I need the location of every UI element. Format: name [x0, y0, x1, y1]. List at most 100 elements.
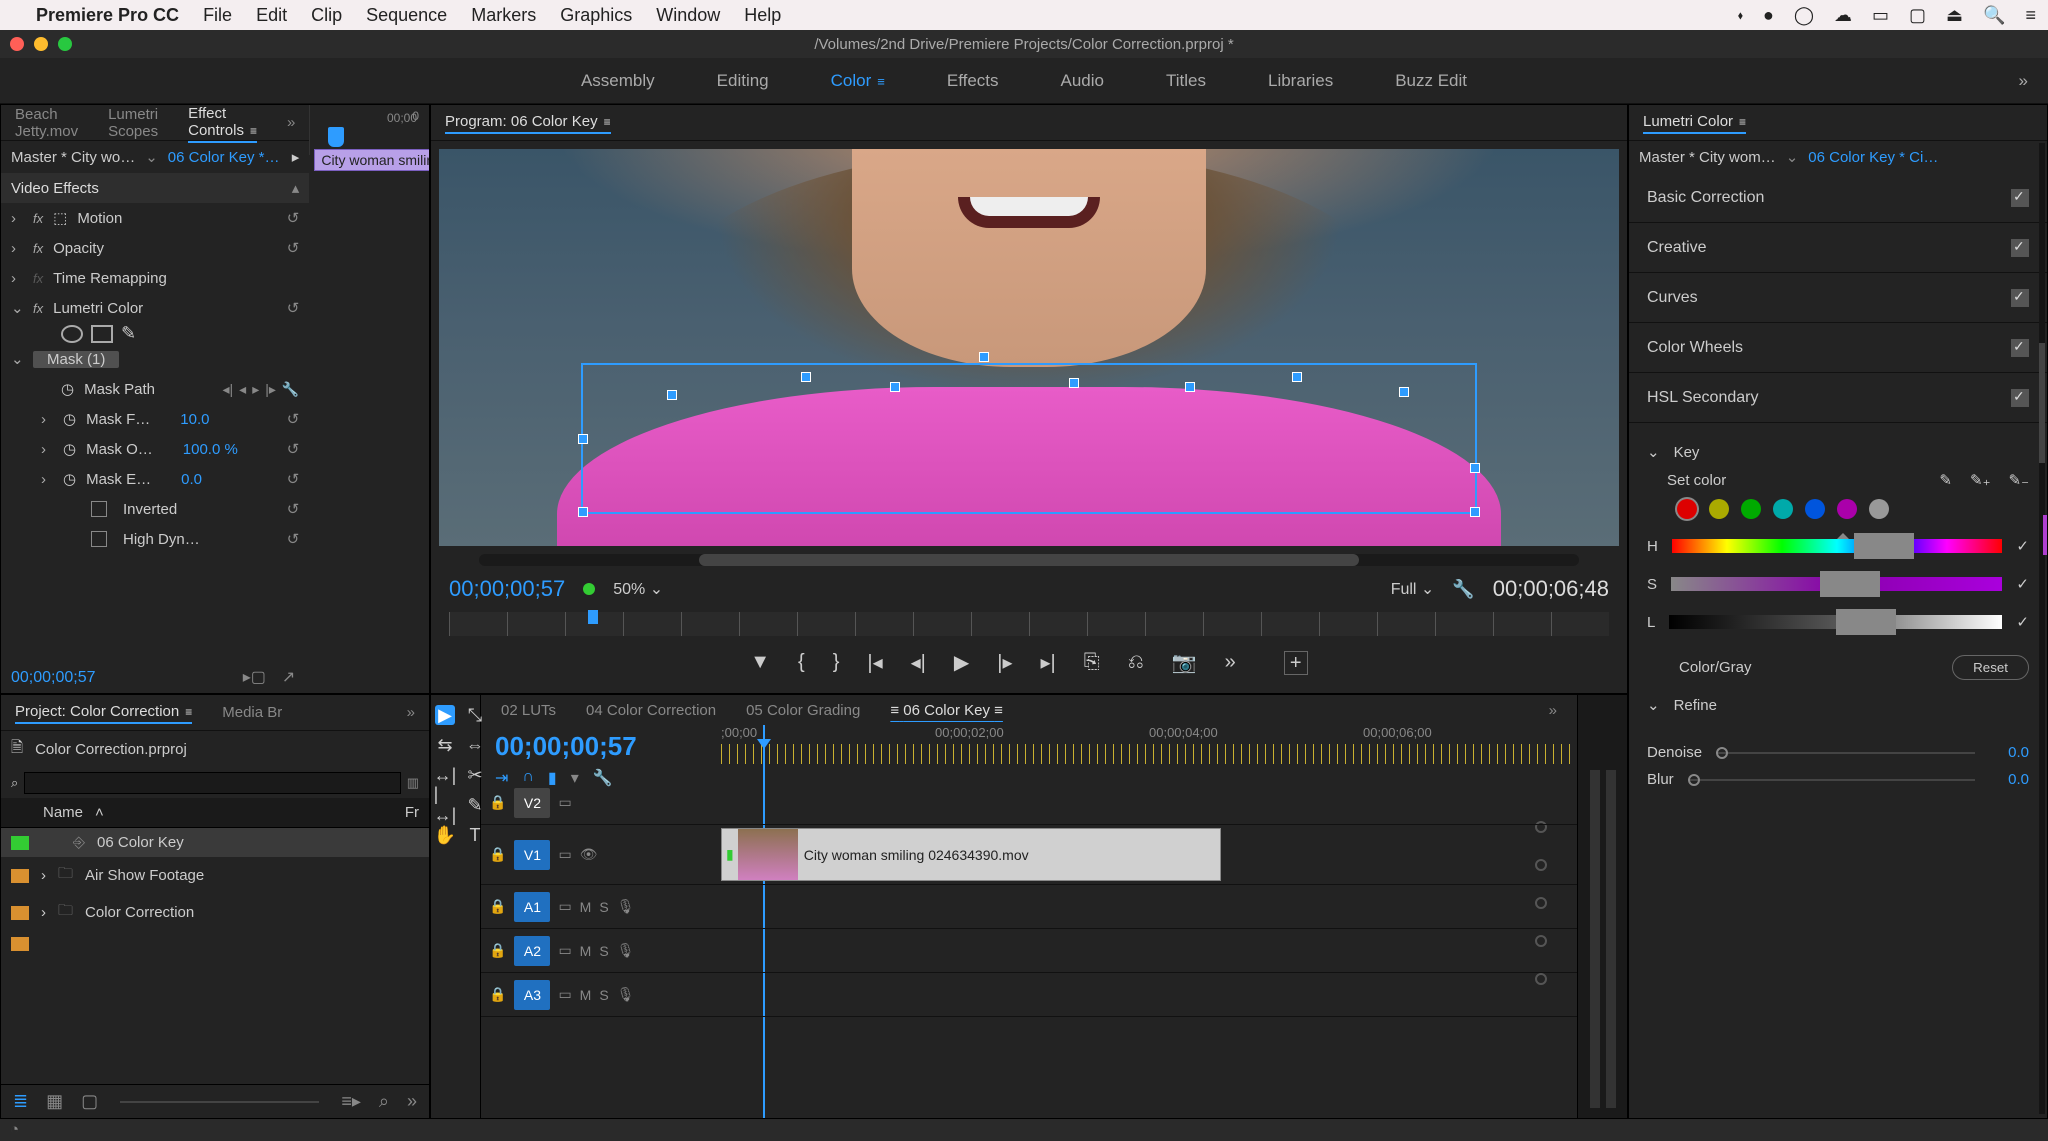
reset-button[interactable]: Reset	[1952, 655, 2029, 680]
close-window-button[interactable]	[10, 37, 24, 51]
color-wheels-toggle[interactable]	[2011, 339, 2029, 357]
program-ruler[interactable]	[449, 612, 1609, 636]
highdyn-checkbox[interactable]	[91, 531, 107, 547]
tl-menu-icon[interactable]: ≡	[994, 702, 1003, 719]
swatch-yellow[interactable]	[1709, 499, 1729, 519]
mask-1-item[interactable]: Mask (1)	[33, 351, 119, 368]
reset-icon[interactable]: ↺	[287, 470, 300, 488]
basic-correction-toggle[interactable]	[2011, 189, 2029, 207]
filter-icon[interactable]: ▥	[407, 775, 419, 791]
expand-icon[interactable]: ›	[11, 270, 23, 287]
timeline-clip[interactable]: ▮City woman smiling 024634390.mov	[721, 828, 1221, 881]
project-menu-icon[interactable]: ≡	[185, 705, 192, 719]
ws-titles[interactable]: Titles	[1160, 67, 1212, 95]
settings-wrench-icon[interactable]: 🔧	[1452, 579, 1474, 600]
section-creative[interactable]: Creative	[1629, 223, 2047, 273]
extract-icon[interactable]: ⎌	[1128, 651, 1144, 674]
item-color-correction[interactable]: Color Correction	[85, 904, 194, 921]
denoise-slider[interactable]	[1716, 752, 1975, 754]
colorgray-checkbox[interactable]	[1647, 659, 1665, 677]
track-toggle-icon[interactable]: ▭	[558, 846, 571, 863]
ws-effects[interactable]: Effects	[941, 67, 1005, 95]
program-video-view[interactable]	[439, 149, 1619, 546]
menu-graphics[interactable]: Graphics	[560, 5, 632, 26]
reset-icon[interactable]: ↺	[287, 530, 300, 548]
list-view-icon[interactable]: ≣	[13, 1091, 28, 1112]
ec-overflow-icon[interactable]: »	[287, 114, 295, 131]
lum-clip-link[interactable]: 06 Color Key * Ci…	[1808, 149, 1938, 166]
col-fr[interactable]: Fr	[405, 804, 419, 821]
menu-clip[interactable]: Clip	[311, 5, 342, 26]
lock-icon[interactable]: 🔒	[489, 898, 506, 915]
denoise-value[interactable]: 0.0	[1989, 744, 2029, 761]
ec-clip-link[interactable]: 06 Color Key *…	[168, 149, 280, 166]
track-a1-label[interactable]: A1	[514, 892, 550, 922]
zoom-window-button[interactable]	[58, 37, 72, 51]
tab-project[interactable]: Project: Color Correction≡	[15, 701, 192, 724]
lock-icon[interactable]: 🔒	[489, 942, 506, 959]
share-icon[interactable]: ↗	[282, 667, 295, 687]
swatch-blue[interactable]	[1805, 499, 1825, 519]
track-toggle-icon[interactable]: ▭	[558, 794, 571, 811]
auto-seq-icon[interactable]: ≡▸	[341, 1091, 361, 1112]
lock-icon[interactable]: 🔒	[489, 794, 506, 811]
blur-slider[interactable]	[1688, 779, 1975, 781]
collapse-icon[interactable]: ⌄	[1647, 443, 1660, 461]
ws-libraries[interactable]: Libraries	[1262, 67, 1339, 95]
check-icon[interactable]: ✓	[2016, 575, 2029, 593]
expand-icon[interactable]: ›	[11, 210, 23, 227]
stopwatch-icon[interactable]: ◷	[63, 440, 76, 458]
track-a2-label[interactable]: A2	[514, 936, 550, 966]
rect-mask-button[interactable]	[91, 325, 113, 343]
expand-icon[interactable]: ›	[41, 471, 53, 488]
track-toggle-icon[interactable]: ▭	[558, 986, 571, 1003]
mic-icon[interactable]: 🎙	[617, 942, 635, 959]
hand-tool-icon[interactable]: ✋	[435, 825, 455, 845]
section-basic-correction[interactable]: Basic Correction	[1629, 173, 2047, 223]
swatch-magenta[interactable]	[1837, 499, 1857, 519]
chevron-down-icon[interactable]: ⌄	[145, 148, 158, 166]
tab-effect-controls[interactable]: Effect Controls≡	[188, 104, 257, 143]
overflow-icon[interactable]: »	[407, 1091, 417, 1112]
mask-expansion-value[interactable]: 0.0	[181, 471, 202, 488]
freeform-view-icon[interactable]: ▢	[81, 1091, 98, 1112]
selection-tool-icon[interactable]: ▶	[435, 705, 455, 725]
in-point-icon[interactable]: {	[798, 651, 805, 674]
program-playhead[interactable]	[588, 610, 598, 624]
ec-timeline-clip[interactable]: City woman smiling 02	[314, 149, 430, 171]
spotlight-icon[interactable]: 🔍	[1983, 5, 2005, 26]
timeline-timecode[interactable]: 00;00;00;57	[495, 731, 707, 762]
hue-slider[interactable]	[1672, 533, 2003, 559]
mask-feather-value[interactable]: 10.0	[180, 411, 209, 428]
eye-icon[interactable]: 👁	[580, 846, 598, 863]
tl-overflow-icon[interactable]: »	[1549, 702, 1557, 719]
find-icon[interactable]: ⌕	[379, 1091, 389, 1112]
stopwatch-icon[interactable]: ◷	[61, 380, 74, 398]
swatch-gray[interactable]	[1869, 499, 1889, 519]
expand-icon[interactable]: ›	[41, 441, 53, 458]
play-icon[interactable]: ▶	[954, 650, 969, 675]
expand-icon[interactable]: ›	[11, 240, 23, 257]
button-editor-icon[interactable]: +	[1284, 651, 1308, 675]
reset-motion-icon[interactable]: ↺	[287, 209, 300, 227]
swatch-red[interactable]	[1677, 499, 1697, 519]
ws-overflow-icon[interactable]: »	[2019, 71, 2028, 91]
kf-prev2-icon[interactable]: ◂	[239, 381, 246, 398]
menu-sequence[interactable]: Sequence	[366, 5, 447, 26]
ellipse-mask-button[interactable]	[61, 325, 83, 343]
menu-help[interactable]: Help	[744, 5, 781, 26]
tab-program[interactable]: Program: 06 Color Key≡	[445, 111, 611, 134]
expand-icon[interactable]: ›	[41, 904, 46, 921]
tl-tab-cc[interactable]: 04 Color Correction	[586, 702, 716, 719]
reset-lumetri-icon[interactable]: ↺	[287, 299, 300, 317]
check-icon[interactable]: ✓	[2016, 613, 2029, 631]
overflow-icon[interactable]: »	[1225, 651, 1236, 674]
mask-outline[interactable]	[581, 363, 1478, 514]
tab-lumetri-color[interactable]: Lumetri Color≡	[1643, 111, 1746, 134]
track-v2-label[interactable]: V2	[514, 788, 550, 818]
menu-window[interactable]: Window	[656, 5, 720, 26]
stopwatch-icon[interactable]: ◷	[63, 470, 76, 488]
collapse-up-icon[interactable]: ▴	[292, 179, 300, 197]
tl-tab-colorkey[interactable]: ≡ 06 Color Key ≡	[890, 702, 1003, 719]
reset-icon[interactable]: ↺	[287, 440, 300, 458]
